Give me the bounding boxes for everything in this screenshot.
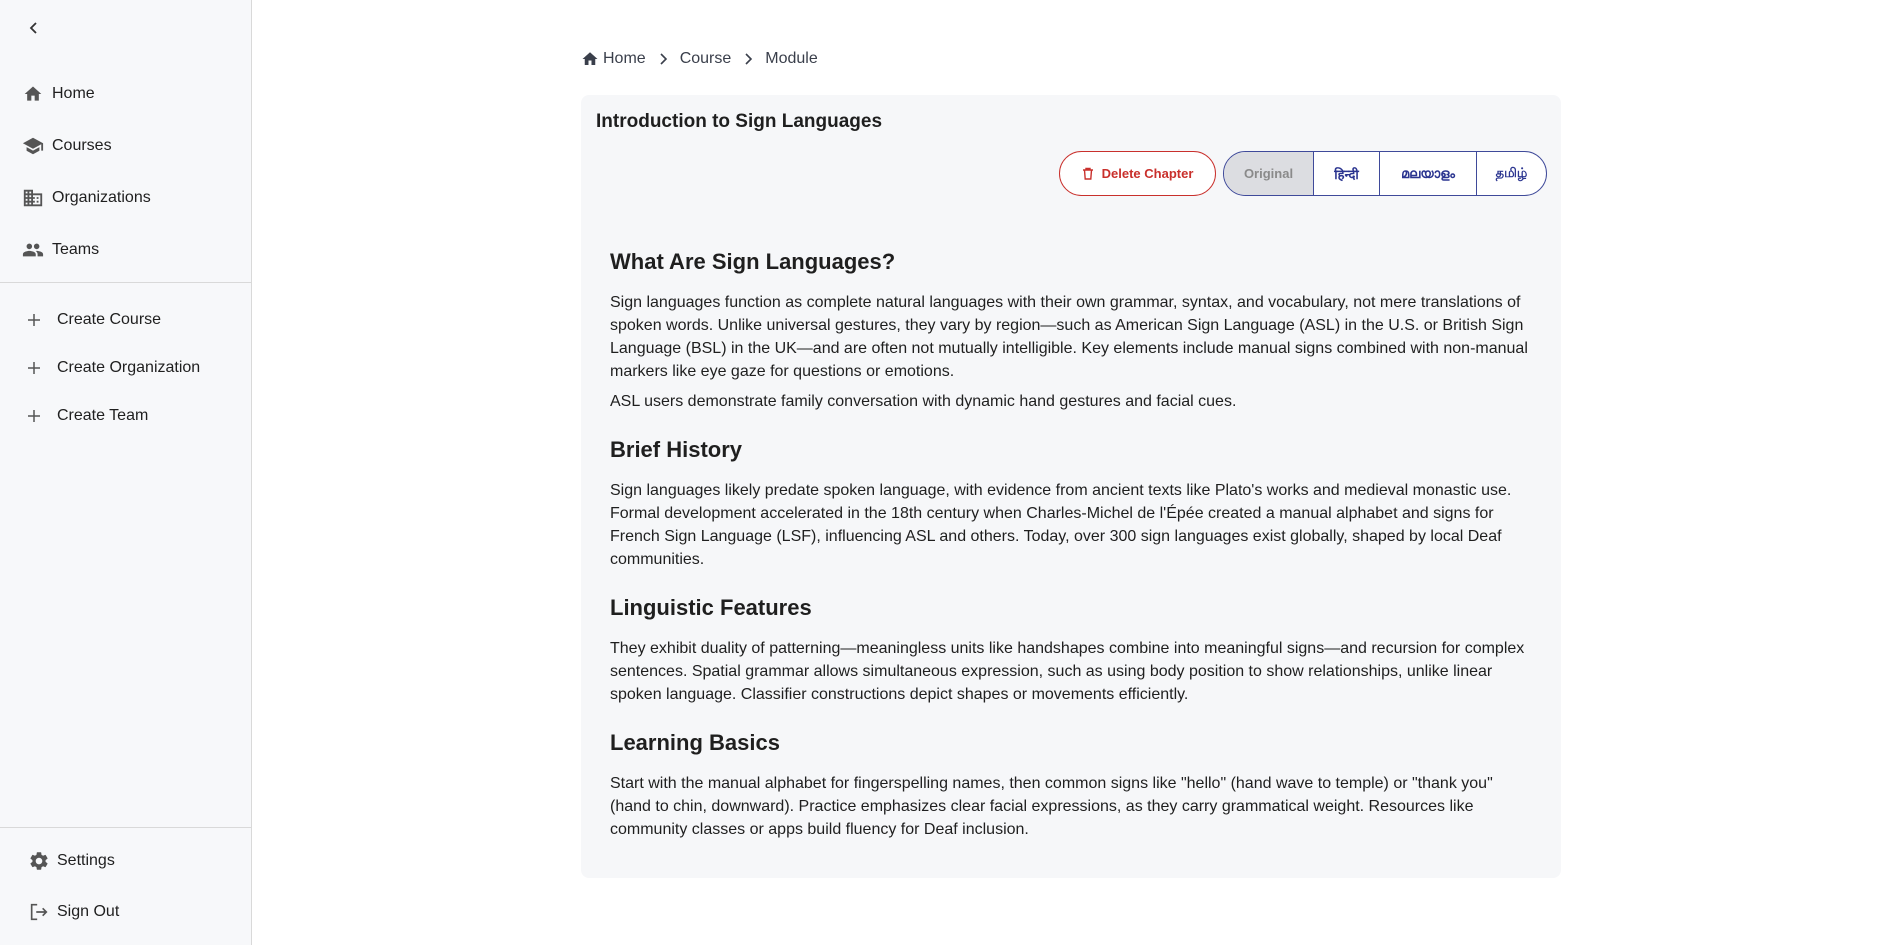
language-option-hindi[interactable]: हिन्दी [1313, 152, 1379, 195]
chevron-right-icon [658, 53, 668, 65]
sidebar-item-label: Courses [52, 137, 112, 154]
logout-icon [28, 901, 50, 923]
breadcrumb-label: Module [765, 50, 818, 67]
breadcrumb-module[interactable]: Module [765, 50, 817, 68]
sidebar-divider [0, 282, 251, 283]
section-heading: Linguistic Features [610, 595, 812, 620]
page-title: Introduction to Sign Languages [596, 111, 883, 132]
sidebar: Home Courses Organizations Teams Create … [0, 0, 252, 945]
sidebar-item-label: Organizations [52, 189, 151, 206]
breadcrumb-label: Course [679, 50, 732, 67]
sign-out-button[interactable]: Sign Out [0, 886, 251, 937]
content-section: What Are Sign Languages? Sign languages … [610, 249, 1535, 413]
sidebar-item-label: Home [52, 85, 95, 102]
bottom-nav: Settings Sign Out [0, 835, 251, 937]
create-item-label: Create Course [57, 311, 162, 328]
create-organization-button[interactable]: Create Organization [0, 344, 251, 392]
breadcrumb-label: Home [603, 50, 646, 67]
home-icon [582, 52, 598, 65]
create-item-label: Create Team [57, 407, 149, 424]
create-nav: Create Course Create Organization Create… [0, 296, 251, 440]
plus-icon [24, 406, 44, 426]
section-paragraph: They exhibit duality of patterning—meani… [610, 640, 1525, 703]
language-toggle-group: Original हिन्दी മലയാളം தமிழ் [1223, 151, 1547, 196]
bottom-item-label: Sign Out [57, 902, 120, 920]
create-course-button[interactable]: Create Course [0, 296, 251, 344]
section-paragraph: Start with the manual alphabet for finge… [610, 775, 1493, 838]
section-heading: Brief History [610, 437, 743, 462]
breadcrumb: Home Course Module [581, 50, 818, 68]
section-paragraph: ASL users demonstrate family conversatio… [610, 393, 1237, 410]
collapse-sidebar-button[interactable] [22, 16, 46, 40]
content-section: Brief History Sign languages likely pred… [610, 437, 1535, 571]
sidebar-divider [0, 827, 251, 828]
section-heading: What Are Sign Languages? [610, 249, 896, 274]
main-nav: Home Courses Organizations Teams [0, 68, 251, 276]
people-icon [22, 239, 44, 261]
breadcrumb-home[interactable]: Home [581, 50, 646, 68]
gear-icon [28, 850, 50, 872]
delete-chapter-label: Delete Chapter [1101, 166, 1194, 181]
settings-button[interactable]: Settings [0, 835, 251, 886]
bottom-item-label: Settings [57, 851, 115, 869]
plus-icon [24, 310, 44, 330]
sidebar-item-label: Teams [52, 241, 100, 258]
create-item-label: Create Organization [57, 359, 201, 376]
chapter-card: Introduction to Sign Languages Delete Ch… [581, 95, 1561, 878]
plus-icon [24, 358, 44, 378]
section-paragraph: Sign languages likely predate spoken lan… [610, 482, 1512, 568]
chapter-content: What Are Sign Languages? Sign languages … [610, 249, 1535, 865]
section-paragraph: Sign languages function as complete natu… [610, 294, 1528, 380]
trash-icon [1082, 167, 1094, 180]
chevron-right-icon [743, 53, 753, 65]
language-option-malayalam[interactable]: മലയാളം [1379, 152, 1476, 195]
sidebar-item-teams[interactable]: Teams [0, 224, 251, 276]
breadcrumb-course[interactable]: Course [680, 50, 732, 68]
school-icon [22, 135, 44, 157]
content-section: Linguistic Features They exhibit duality… [610, 595, 1535, 706]
content-section: Learning Basics Start with the manual al… [610, 730, 1535, 841]
sidebar-item-home[interactable]: Home [0, 68, 251, 120]
sidebar-item-organizations[interactable]: Organizations [0, 172, 251, 224]
create-team-button[interactable]: Create Team [0, 392, 251, 440]
delete-chapter-button[interactable]: Delete Chapter [1059, 151, 1216, 196]
chevron-left-icon [29, 22, 37, 34]
section-heading: Learning Basics [610, 730, 780, 755]
language-option-original[interactable]: Original [1224, 152, 1313, 195]
language-option-tamil[interactable]: தமிழ் [1476, 152, 1546, 195]
home-icon [22, 83, 44, 105]
building-icon [22, 187, 44, 209]
sidebar-item-courses[interactable]: Courses [0, 120, 251, 172]
